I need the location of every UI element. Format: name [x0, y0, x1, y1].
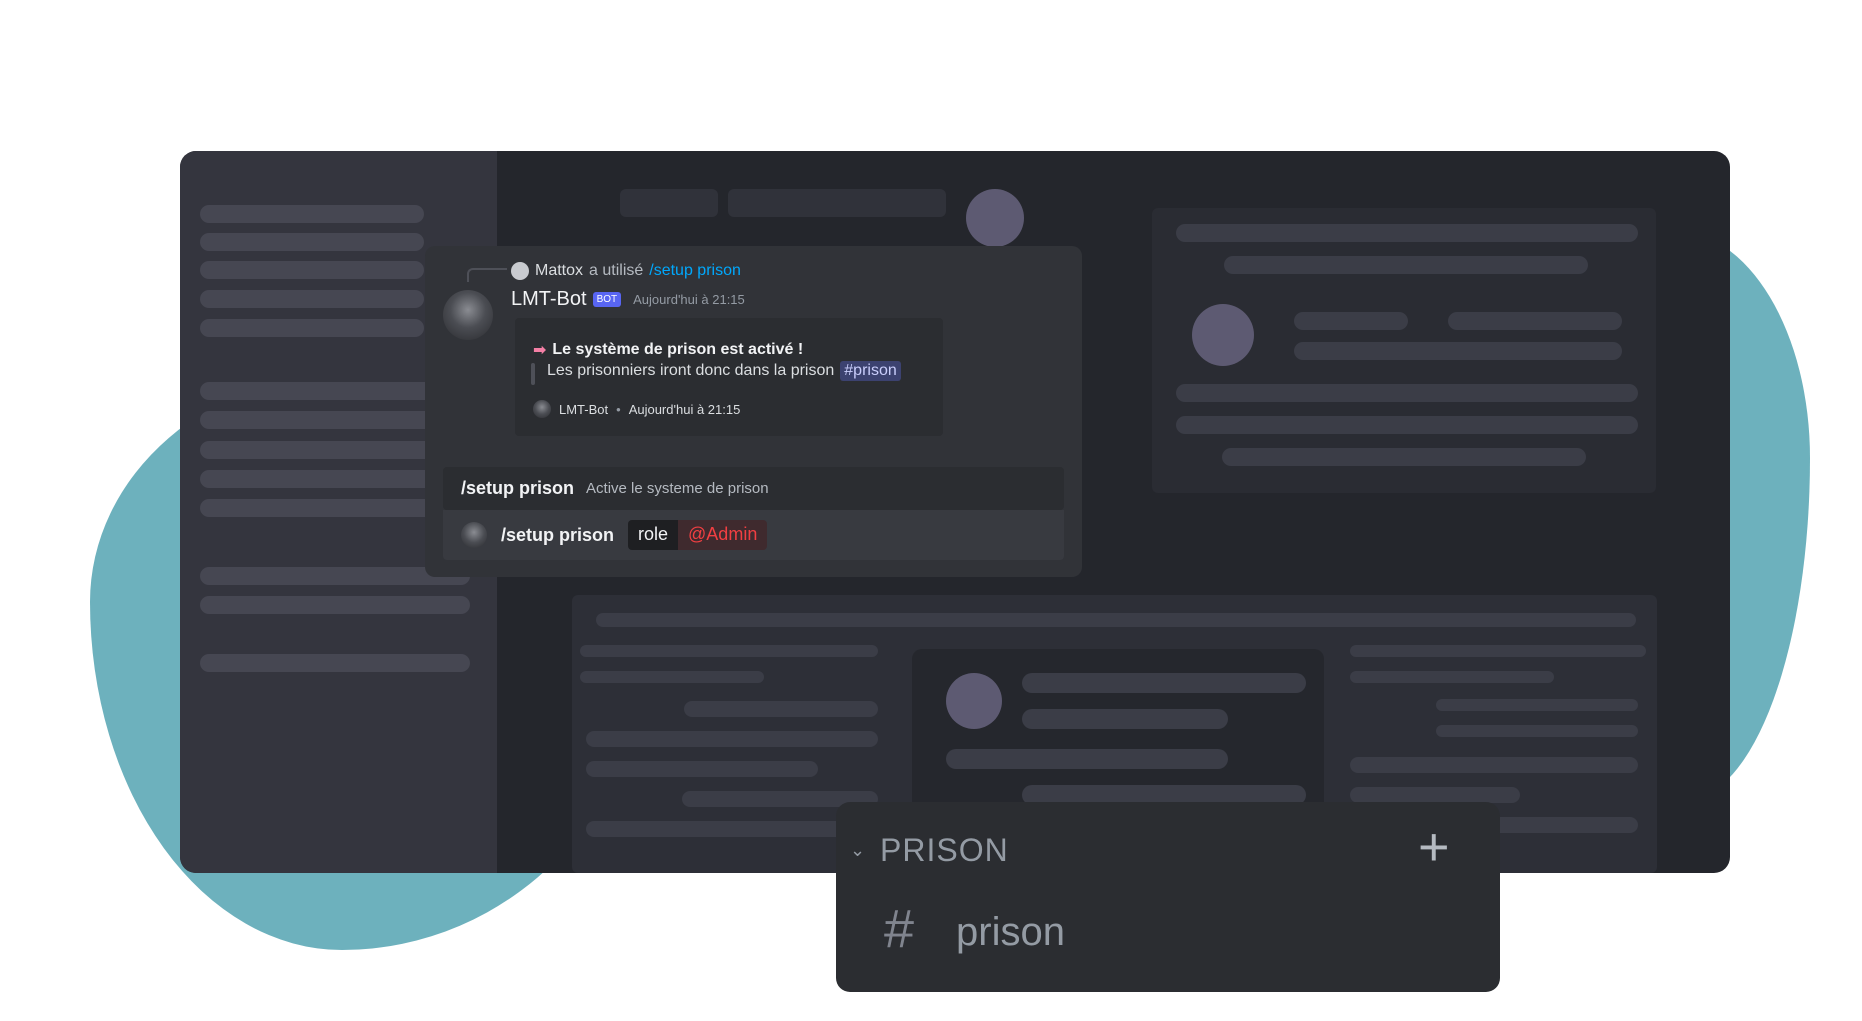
skeleton-bar: [1448, 312, 1622, 330]
skeleton-bar: [200, 596, 470, 614]
skeleton-bar: [1294, 342, 1622, 360]
skeleton-avatar: [1192, 304, 1254, 366]
chat-message-popup: Mattox a utilisé /setup prison LMT-Bot B…: [425, 246, 1082, 577]
skeleton-bar: [586, 821, 878, 837]
skeleton-bar: [586, 731, 878, 747]
embed-title: ➡ Le système de prison est activé !: [533, 340, 803, 360]
skeleton-bar: [1436, 725, 1638, 737]
message-input[interactable]: /setup prison role @Admin: [443, 510, 1064, 560]
message-timestamp: Aujourd'hui à 21:15: [633, 292, 745, 307]
plus-icon[interactable]: +: [1418, 820, 1450, 874]
hash-icon: #: [884, 899, 915, 959]
bot-badge: BOT: [592, 292, 622, 307]
skeleton-bar: [200, 233, 424, 251]
skeleton-bar: [1350, 757, 1638, 773]
skeleton-bar: [1176, 384, 1638, 402]
skeleton-bar: [200, 319, 424, 337]
skeleton-bar: [946, 749, 1228, 769]
reply-used-text: a utilisé: [589, 262, 644, 279]
channel-mention[interactable]: #prison: [840, 361, 901, 381]
reply-command-link[interactable]: /setup prison: [649, 262, 741, 280]
skeleton-bar: [1022, 709, 1228, 729]
skeleton-bar: [1176, 416, 1638, 434]
command-suggestion-description: Active le systeme de prison: [586, 480, 769, 497]
skeleton-bar: [1022, 673, 1306, 693]
user-avatar-icon[interactable]: [511, 262, 529, 280]
input-command: /setup prison: [501, 524, 615, 545]
embed-footer-time: Aujourd'hui à 21:15: [628, 401, 741, 417]
command-suggestion-name: /setup prison: [461, 478, 575, 498]
embed-description: Les prisonniers iront donc dans la priso…: [547, 361, 901, 381]
skeleton-bar: [728, 189, 946, 217]
embed-footer-author: LMT-Bot: [559, 401, 609, 417]
skeleton-bar: [1222, 448, 1586, 466]
reply-username[interactable]: Mattox: [535, 262, 583, 280]
skeleton-bar: [200, 261, 424, 279]
bot-username[interactable]: LMT-Bot: [511, 288, 587, 311]
skeleton-bar: [586, 761, 818, 777]
skeleton-bar: [596, 613, 1636, 627]
skeleton-bar: [580, 671, 764, 683]
bot-avatar-icon[interactable]: [443, 290, 493, 340]
message-header: LMT-Bot BOT Aujourd'hui à 21:15: [511, 288, 745, 311]
command-suggestion[interactable]: /setup prison Active le systeme de priso…: [443, 467, 1064, 510]
skeleton-avatar: [966, 189, 1024, 247]
command-reply-header: Mattox a utilisé /setup prison: [511, 262, 741, 280]
skeleton-bar: [200, 654, 470, 672]
skeleton-bar: [1350, 645, 1646, 657]
embed-description-text: Les prisonniers iront donc dans la priso…: [547, 362, 835, 379]
option-name: role: [628, 520, 679, 550]
skeleton-bar: [620, 189, 718, 217]
skeleton-bar: [200, 205, 424, 223]
skeleton-bar: [1350, 787, 1520, 803]
chevron-down-icon[interactable]: ⌄: [850, 840, 865, 861]
skeleton-profile-card: [1152, 208, 1656, 493]
option-value[interactable]: @Admin: [678, 520, 768, 550]
reply-connector: [467, 268, 507, 282]
skeleton-bar: [1176, 224, 1638, 242]
skeleton-bar: [200, 290, 424, 308]
category-name[interactable]: PRISON: [880, 832, 1009, 869]
command-option-pill[interactable]: role @Admin: [628, 520, 768, 550]
skeleton-bar: [684, 701, 878, 717]
embed-title-text: Le système de prison est activé !: [552, 341, 804, 358]
bot-avatar-icon: [533, 400, 551, 418]
embed-footer: LMT-Bot • Aujourd'hui à 21:15: [533, 400, 740, 418]
channel-name[interactable]: prison: [956, 910, 1065, 955]
quote-bar: [531, 363, 535, 385]
skeleton-bar: [1436, 699, 1638, 711]
skeleton-bar: [1224, 256, 1588, 274]
bot-avatar-icon: [461, 522, 487, 548]
message-embed: ➡ Le système de prison est activé ! Les …: [515, 318, 943, 436]
skeleton-bar: [1350, 671, 1554, 683]
skeleton-bar: [1294, 312, 1408, 330]
skeleton-avatar: [946, 673, 1002, 729]
arrow-right-icon: ➡: [533, 342, 547, 359]
channel-category-popup: ⌄ PRISON + # prison: [836, 802, 1500, 992]
footer-separator: •: [616, 401, 621, 417]
skeleton-bar: [580, 645, 878, 657]
